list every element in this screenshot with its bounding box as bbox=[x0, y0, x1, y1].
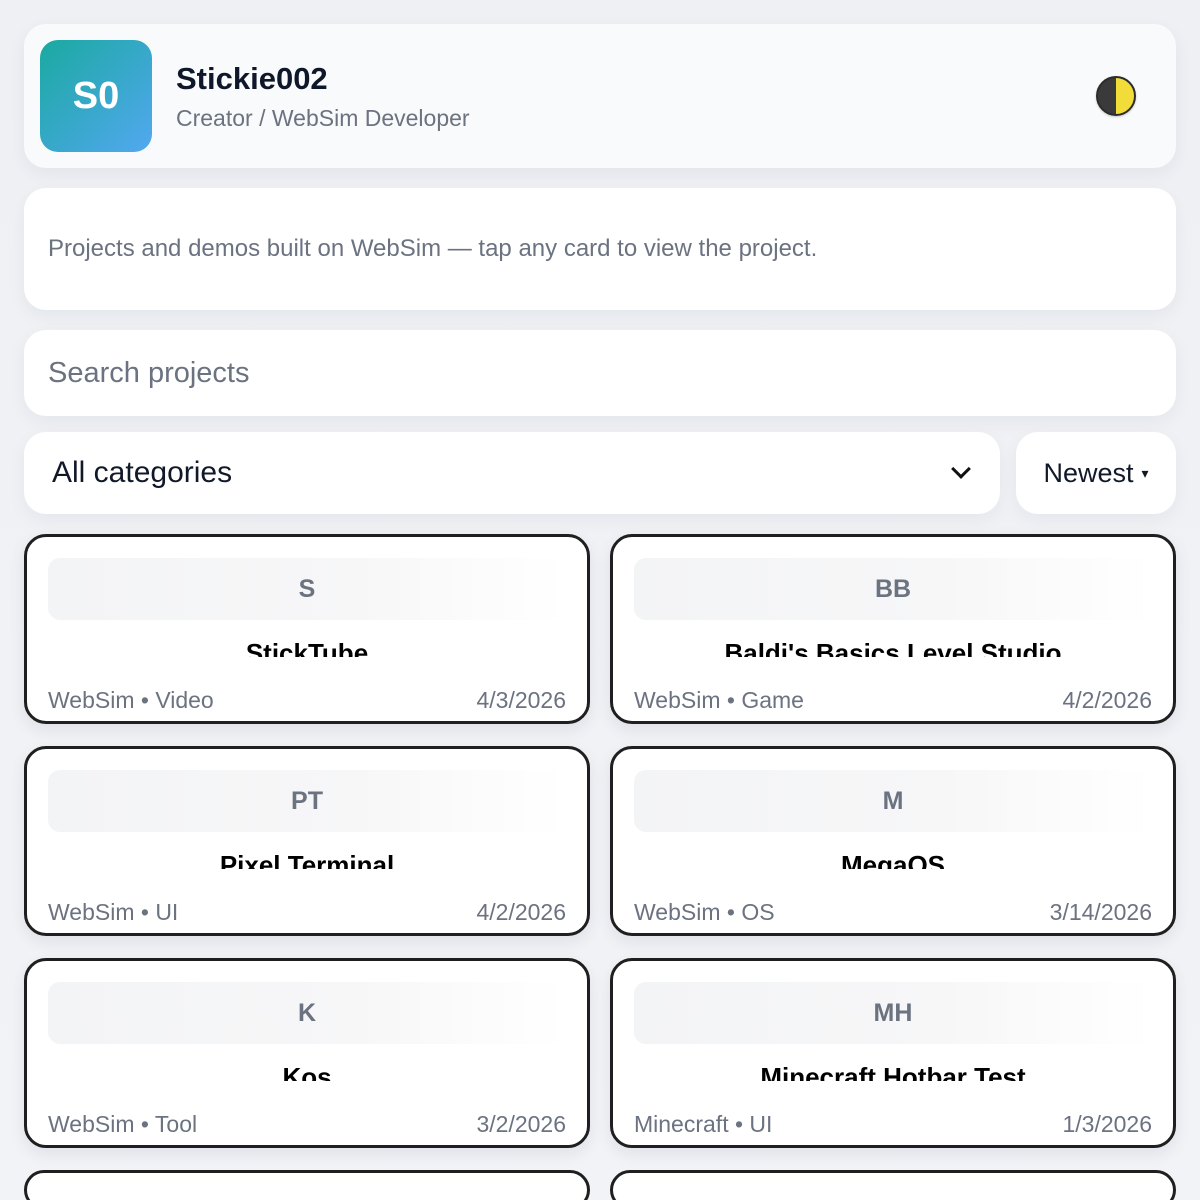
project-date: 4/2/2026 bbox=[1062, 687, 1152, 713]
project-date: 3/14/2026 bbox=[1049, 899, 1152, 925]
category-select[interactable]: All categories bbox=[24, 432, 1000, 514]
project-card[interactable]: M MegaOS WebSim • OS 3/14/2026 bbox=[610, 746, 1176, 936]
project-thumbnail: S bbox=[48, 558, 566, 620]
project-thumbnail: MH bbox=[634, 982, 1152, 1044]
project-title: Kos bbox=[282, 1062, 332, 1081]
intro-card: Projects and demos built on WebSim — tap… bbox=[24, 188, 1176, 310]
project-card[interactable]: PT Pixel Terminal WebSim • UI 4/2/2026 bbox=[24, 746, 590, 936]
avatar: S0 bbox=[40, 40, 152, 152]
search-box bbox=[24, 330, 1176, 416]
project-card[interactable]: S StickTube WebSim • Video 4/3/2026 bbox=[24, 534, 590, 724]
project-meta: WebSim • Video bbox=[48, 687, 214, 713]
project-date: 4/3/2026 bbox=[476, 687, 566, 713]
page: S0 Stickie002 Creator / WebSim Developer… bbox=[0, 0, 1200, 1200]
chevron-down-icon bbox=[951, 459, 971, 479]
project-card-partial[interactable] bbox=[610, 1170, 1176, 1200]
profile-role: Creator / WebSim Developer bbox=[176, 104, 470, 131]
sort-button[interactable]: Newest ▾ bbox=[1016, 432, 1176, 514]
project-meta: WebSim • Game bbox=[634, 687, 804, 713]
project-date: 3/2/2026 bbox=[476, 1111, 566, 1137]
project-meta: WebSim • Tool bbox=[48, 1111, 198, 1137]
project-thumbnail: M bbox=[634, 770, 1152, 832]
project-title: MegaOS bbox=[840, 850, 946, 869]
project-meta: WebSim • UI bbox=[48, 899, 179, 925]
category-select-label: All categories bbox=[52, 456, 233, 489]
sort-label: Newest bbox=[1043, 457, 1134, 488]
project-title: Pixel Terminal bbox=[219, 850, 395, 869]
intro-text: Projects and demos built on WebSim — tap… bbox=[48, 235, 818, 262]
project-meta: Minecraft • UI bbox=[634, 1111, 773, 1137]
project-date: 1/3/2026 bbox=[1062, 1111, 1152, 1137]
half-moon-icon[interactable] bbox=[1096, 76, 1136, 116]
project-thumbnail: K bbox=[48, 982, 566, 1044]
project-card-partial[interactable] bbox=[24, 1170, 590, 1200]
profile-identity: Stickie002 Creator / WebSim Developer bbox=[176, 61, 1096, 132]
project-card[interactable]: K Kos WebSim • Tool 3/2/2026 bbox=[24, 958, 590, 1148]
profile-header: S0 Stickie002 Creator / WebSim Developer bbox=[24, 24, 1176, 168]
search-input[interactable] bbox=[48, 356, 1152, 390]
profile-name: Stickie002 bbox=[176, 60, 328, 96]
project-title: Baldi's Basics Level Studio bbox=[724, 638, 1062, 657]
project-card[interactable]: BB Baldi's Basics Level Studio WebSim • … bbox=[610, 534, 1176, 724]
project-thumbnail: BB bbox=[634, 558, 1152, 620]
project-meta: WebSim • OS bbox=[634, 899, 775, 925]
caret-down-icon: ▾ bbox=[1141, 464, 1149, 481]
project-date: 4/2/2026 bbox=[476, 899, 566, 925]
project-title: Minecraft Hotbar Test bbox=[760, 1062, 1026, 1081]
project-title: StickTube bbox=[245, 638, 369, 657]
project-thumbnail: PT bbox=[48, 770, 566, 832]
project-card[interactable]: MH Minecraft Hotbar Test Minecraft • UI … bbox=[610, 958, 1176, 1148]
